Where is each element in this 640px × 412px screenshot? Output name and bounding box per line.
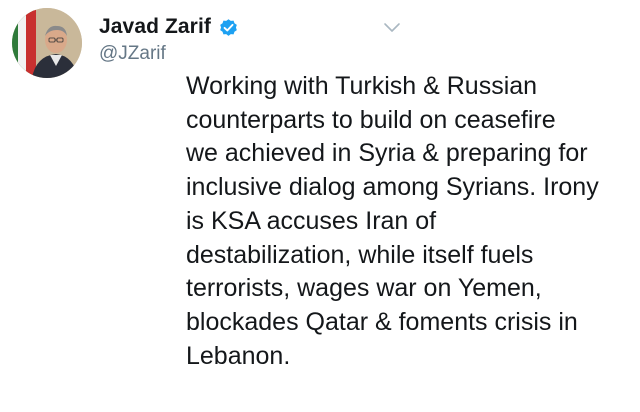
tweet-text-line: Working with Turkish & Russian bbox=[186, 72, 538, 100]
avatar-photo bbox=[12, 8, 82, 78]
tweet-card: Javad Zarif @JZarif Working with Turkish… bbox=[0, 0, 640, 412]
username-handle[interactable]: @JZarif bbox=[99, 43, 166, 65]
tweet-text-line: blockades Qatar & foments crisis in bbox=[186, 307, 578, 336]
tweet-text: Working with Turkish & Russian counterpa… bbox=[186, 70, 626, 373]
tweet-text-line: we achieved in Syria & preparing for bbox=[186, 139, 588, 168]
display-name[interactable]: Javad Zarif bbox=[99, 15, 211, 39]
tweet-text-line: is KSA accuses Iran of bbox=[186, 206, 437, 235]
tweet-text-line: terrorists, wages war on Yemen, bbox=[186, 274, 542, 303]
author-name-row[interactable]: Javad Zarif bbox=[99, 15, 239, 39]
avatar[interactable] bbox=[12, 8, 82, 78]
tweet-text-line: counterparts to build on ceasefire bbox=[186, 105, 556, 134]
tweet-text-line: inclusive dialog among Syrians. Irony bbox=[186, 173, 599, 202]
tweet-text-line: destabilization, while itself fuels bbox=[186, 240, 534, 269]
tweet-text-line: Lebanon. bbox=[186, 341, 291, 370]
chevron-down-icon[interactable] bbox=[383, 22, 401, 34]
verified-badge-icon bbox=[218, 17, 239, 38]
